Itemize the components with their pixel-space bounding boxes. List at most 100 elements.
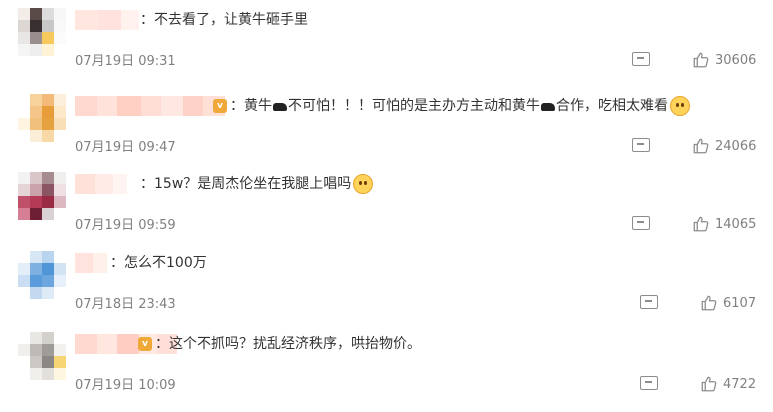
reply-icon[interactable] xyxy=(632,52,650,66)
reply-icon[interactable] xyxy=(632,216,650,230)
like-button[interactable]: 14065 xyxy=(692,213,756,235)
avatar-pixel xyxy=(30,263,42,275)
like-button[interactable]: 24066 xyxy=(692,135,756,157)
avatar-pixel xyxy=(42,184,54,196)
username-pixel xyxy=(75,96,97,116)
avatar-pixel xyxy=(54,356,66,368)
like-button[interactable]: 30606 xyxy=(692,49,756,71)
avatar-pixel xyxy=(30,172,42,184)
avatar-pixel xyxy=(18,20,30,32)
comment-text-content: ：这个不抓吗？扰乱经济秩序，哄抬物价。 xyxy=(155,336,421,352)
username-pixel xyxy=(75,253,93,273)
thumbs-up-icon xyxy=(701,376,717,392)
avatar-pixel xyxy=(42,299,54,311)
avatar-pixel xyxy=(54,8,66,20)
avatar-pixel xyxy=(18,44,30,56)
avatar-pixel xyxy=(42,106,54,118)
comment-text-part: 不可怕！！！可怕的是主办方主动和黄牛 xyxy=(288,98,540,114)
thumbs-up-icon xyxy=(701,295,717,311)
avatar-pixel xyxy=(42,8,54,20)
avatar-pixel xyxy=(42,172,54,184)
avatar[interactable] xyxy=(18,251,66,311)
comment-time: 07月19日 09:31 xyxy=(75,54,176,69)
comment-item: v ：这个不抓吗？扰乱经济秩序，哄抬物价。 07月19日 10:09 4722 xyxy=(0,332,773,412)
avatar-pixel xyxy=(30,118,42,130)
avatar-pixel xyxy=(30,184,42,196)
comment-text: v ：这个不抓吗？扰乱经济秩序，哄抬物价。 xyxy=(138,333,421,355)
comment-time: 07月19日 09:59 xyxy=(75,218,176,233)
avatar-pixel xyxy=(18,380,30,392)
avatar-pixel xyxy=(54,142,66,154)
avatar-pixel xyxy=(18,356,30,368)
avatar-pixel xyxy=(42,56,54,68)
avatar-pixel xyxy=(54,208,66,220)
avatar-pixel xyxy=(42,287,54,299)
comment-time: 07月18日 23:43 xyxy=(75,297,176,312)
username-pixel xyxy=(117,334,139,354)
username-pixel xyxy=(161,96,183,116)
avatar-pixel xyxy=(30,344,42,356)
avatar-pixel xyxy=(18,368,30,380)
comment-text: ：不去看了，让黄牛砸手里 xyxy=(140,9,308,31)
comment-text: ：15w？是周杰伦坐在我腿上唱吗 xyxy=(140,173,374,195)
avatar[interactable] xyxy=(18,172,66,232)
username[interactable] xyxy=(75,10,139,30)
like-button[interactable]: 6107 xyxy=(700,292,756,314)
avatar-pixel xyxy=(18,32,30,44)
avatar[interactable] xyxy=(18,94,66,154)
avatar-pixel xyxy=(54,251,66,263)
avatar-pixel xyxy=(54,332,66,344)
thumbs-up-icon xyxy=(693,138,709,154)
thumbs-up-icon xyxy=(693,216,709,232)
comment-time: 07月19日 10:09 xyxy=(75,378,176,393)
like-count: 24066 xyxy=(715,138,757,154)
like-button[interactable]: 4722 xyxy=(700,373,756,395)
avatar-pixel xyxy=(30,275,42,287)
username-pixel xyxy=(75,10,99,30)
avatar-pixel xyxy=(18,172,30,184)
avatar-pixel xyxy=(30,196,42,208)
like-count: 14065 xyxy=(715,216,757,232)
avatar-pixel xyxy=(42,356,54,368)
verified-badge-icon: v xyxy=(213,99,227,113)
avatar-pixel xyxy=(54,172,66,184)
reply-icon[interactable] xyxy=(632,138,650,152)
avatar-pixel xyxy=(18,299,30,311)
avatar-pixel xyxy=(54,380,66,392)
avatar-pixel xyxy=(30,56,42,68)
username-pixel xyxy=(75,334,97,354)
username[interactable] xyxy=(75,96,225,116)
username-pixel xyxy=(141,96,161,116)
comment-time: 07月19日 09:47 xyxy=(75,140,176,155)
avatar-pixel xyxy=(54,287,66,299)
avatar-pixel xyxy=(18,118,30,130)
avatar-pixel xyxy=(54,44,66,56)
username-pixel xyxy=(117,96,141,116)
avatar-pixel xyxy=(18,94,30,106)
username-pixel xyxy=(95,174,113,194)
username-pixel xyxy=(93,253,107,273)
username[interactable] xyxy=(75,174,127,194)
avatar-pixel xyxy=(30,251,42,263)
cow-emoji-icon xyxy=(273,103,287,111)
avatar-pixel xyxy=(42,208,54,220)
avatar-pixel xyxy=(54,275,66,287)
username-pixel xyxy=(183,96,203,116)
comment-text-content: ：不去看了，让黄牛砸手里 xyxy=(140,12,308,28)
cow-emoji-icon xyxy=(541,103,555,111)
avatar-pixel xyxy=(42,251,54,263)
avatar[interactable] xyxy=(18,332,66,392)
like-count: 4722 xyxy=(723,376,757,392)
username-pixel xyxy=(113,174,127,194)
avatar-pixel xyxy=(30,44,42,56)
avatar-pixel xyxy=(42,332,54,344)
avatar-pixel xyxy=(42,263,54,275)
username[interactable] xyxy=(75,253,107,273)
avatar-pixel xyxy=(18,208,30,220)
avatar-pixel xyxy=(42,130,54,142)
reply-icon[interactable] xyxy=(640,376,658,390)
avatar[interactable] xyxy=(18,8,66,68)
comment-item: ：不去看了，让黄牛砸手里 07月19日 09:31 30606 xyxy=(0,8,773,88)
avatar-pixel xyxy=(42,220,54,232)
reply-icon[interactable] xyxy=(640,295,658,309)
